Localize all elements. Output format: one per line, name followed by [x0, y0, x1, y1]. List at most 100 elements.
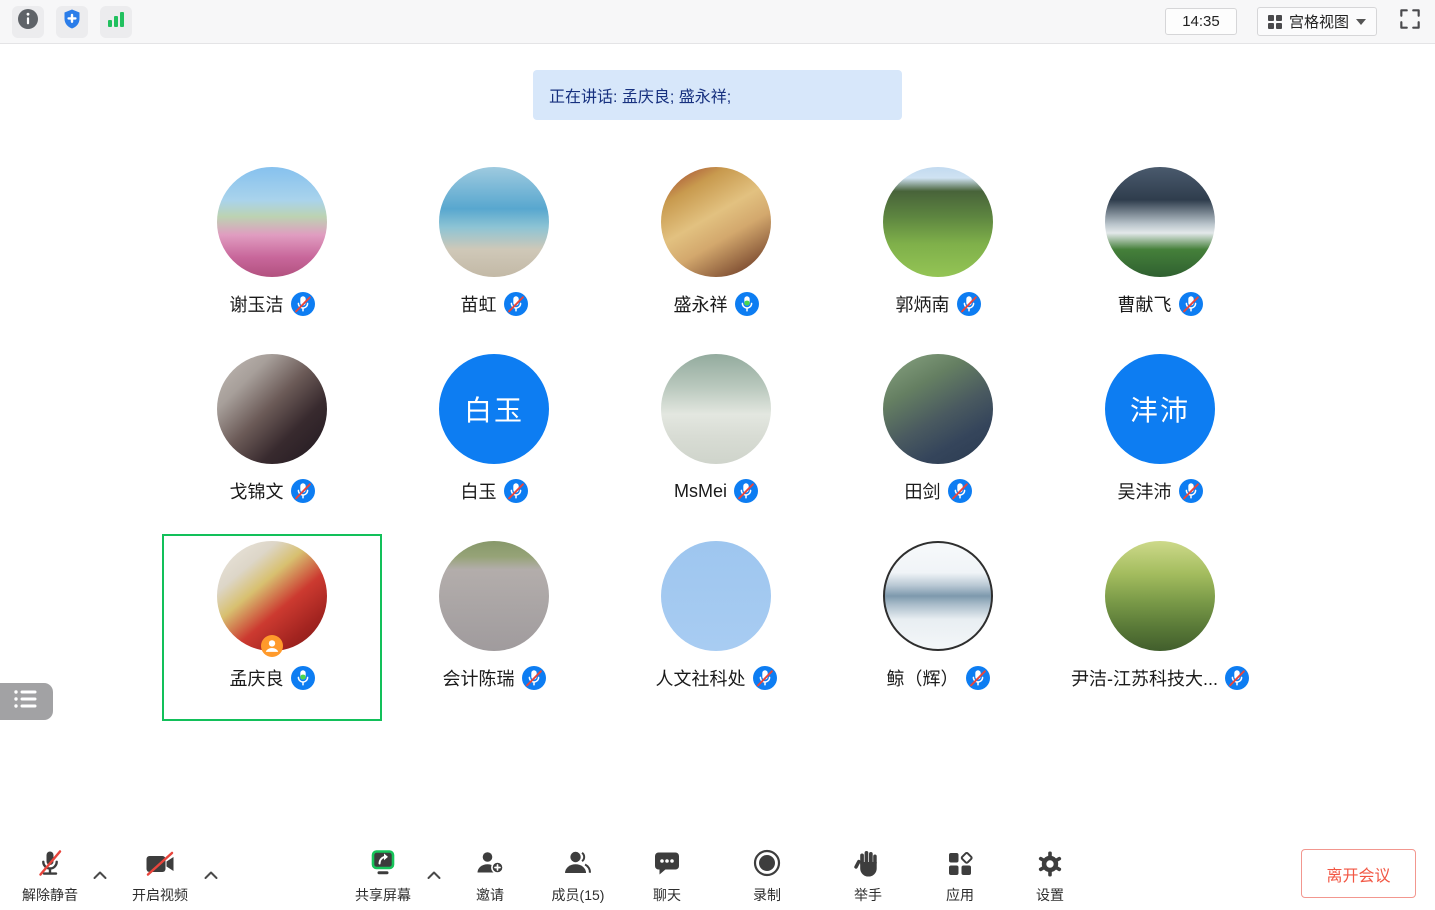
participant-name: 谢玉洁: [230, 291, 284, 317]
participant-tile[interactable]: 苗虹: [384, 160, 604, 347]
participant-name: 田剑: [905, 478, 941, 504]
participant-name: 人文社科处: [656, 665, 746, 691]
participant-tile[interactable]: 田剑: [828, 347, 1048, 534]
raise-hand-icon: [850, 844, 886, 882]
host-badge-icon: [261, 635, 283, 657]
participant-tile[interactable]: 郭炳南: [828, 160, 1048, 347]
apps-grid-icon: [942, 844, 978, 882]
participant-name: 鲸（辉）: [887, 665, 959, 691]
share-screen-icon: [365, 844, 401, 882]
chevron-down-icon: [1356, 19, 1366, 25]
mic-status-icon: [504, 292, 528, 316]
participant-avatar: [883, 354, 993, 464]
participant-tile[interactable]: 尹洁-江苏科技大...: [1050, 534, 1270, 721]
participant-avatar: [883, 541, 993, 651]
invite-person-icon: [472, 844, 508, 882]
mic-status-icon: [1225, 666, 1249, 690]
record-icon: [749, 844, 785, 882]
participant-avatar: [661, 167, 771, 277]
participant-name: 戈锦文: [230, 478, 284, 504]
participant-tile[interactable]: 鲸（辉）: [828, 534, 1048, 721]
participant-tile[interactable]: 沣沛 吴沣沛: [1050, 347, 1270, 534]
info-icon: [17, 8, 39, 35]
participant-avatar: [217, 354, 327, 464]
meeting-timer: 14:35: [1165, 8, 1237, 35]
camera-off-icon: [142, 844, 178, 882]
participant-name: MsMei: [674, 481, 727, 502]
participant-tile[interactable]: 谢玉洁: [162, 160, 382, 347]
bottom-toolbar: 解除静音 开启视频 共享屏幕 邀请 成员(15) 聊天: [0, 835, 1435, 910]
settings-button[interactable]: 设置: [1032, 844, 1068, 905]
mic-muted-icon: [32, 844, 68, 882]
participant-tile[interactable]: 孟庆良: [162, 534, 382, 721]
participant-name: 郭炳南: [896, 291, 950, 317]
video-options-chevron[interactable]: [204, 867, 219, 885]
participant-tile[interactable]: 人文社科处: [606, 534, 826, 721]
participant-grid: 谢玉洁 苗虹: [162, 160, 1270, 721]
share-options-chevron[interactable]: [427, 867, 442, 885]
participant-name: 会计陈瑞: [443, 665, 515, 691]
mic-status-icon: [1179, 292, 1203, 316]
member-list-panel-handle[interactable]: [0, 683, 53, 720]
share-screen-button[interactable]: 共享屏幕: [355, 844, 411, 905]
view-mode-selector[interactable]: 宫格视图: [1257, 7, 1377, 36]
mic-status-icon: [735, 292, 759, 316]
participant-avatar: 白玉: [439, 354, 549, 464]
mic-status-icon: [948, 479, 972, 503]
now-speaking-banner: 正在讲话: 孟庆良; 盛永祥;: [533, 70, 902, 120]
invite-button[interactable]: 邀请: [472, 844, 508, 905]
start-video-button[interactable]: 开启视频: [132, 844, 188, 905]
mic-status-icon: [291, 479, 315, 503]
participant-name: 孟庆良: [230, 665, 284, 691]
participant-tile[interactable]: MsMei: [606, 347, 826, 534]
participant-avatar: [217, 167, 327, 277]
signal-bars-icon: [105, 8, 127, 35]
shield-plus-icon: [61, 8, 83, 35]
list-icon: [13, 688, 40, 715]
mic-status-icon: [957, 292, 981, 316]
meeting-info-button[interactable]: [12, 6, 44, 38]
participant-tile[interactable]: 戈锦文: [162, 347, 382, 534]
participant-name: 尹洁-江苏科技大...: [1071, 665, 1218, 691]
participant-name: 白玉: [461, 478, 497, 504]
fullscreen-button[interactable]: [1397, 6, 1423, 37]
participant-avatar: [439, 541, 549, 651]
members-icon: [560, 844, 596, 882]
grid-view-icon: [1268, 15, 1282, 29]
participant-avatar: [439, 167, 549, 277]
network-quality-button[interactable]: [100, 6, 132, 38]
participant-name: 盛永祥: [674, 291, 728, 317]
participant-avatar: [1105, 167, 1215, 277]
participant-avatar: [661, 354, 771, 464]
participant-tile[interactable]: 曹献飞: [1050, 160, 1270, 347]
gear-icon: [1032, 844, 1068, 882]
raise-hand-button[interactable]: 举手: [850, 844, 886, 905]
unmute-button[interactable]: 解除静音: [22, 844, 78, 905]
participant-tile[interactable]: 白玉 白玉: [384, 347, 604, 534]
participant-avatar: [883, 167, 993, 277]
mic-status-icon: [291, 292, 315, 316]
leave-meeting-button[interactable]: 离开会议: [1301, 849, 1416, 898]
mic-options-chevron[interactable]: [93, 867, 108, 885]
apps-button[interactable]: 应用: [942, 844, 978, 905]
participant-name: 曹献飞: [1118, 291, 1172, 317]
top-bar: 14:35 宫格视图: [0, 0, 1435, 44]
participant-avatar: [661, 541, 771, 651]
mic-status-icon: [504, 479, 528, 503]
participant-avatar: [1105, 541, 1215, 651]
mic-status-icon: [1179, 479, 1203, 503]
participant-tile[interactable]: 会计陈瑞: [384, 534, 604, 721]
chat-bubble-icon: [649, 844, 685, 882]
mic-status-icon: [966, 666, 990, 690]
mic-status-icon: [753, 666, 777, 690]
participant-name: 吴沣沛: [1118, 478, 1172, 504]
security-button[interactable]: [56, 6, 88, 38]
members-button[interactable]: 成员(15): [552, 844, 605, 905]
participant-tile[interactable]: 盛永祥: [606, 160, 826, 347]
record-button[interactable]: 录制: [749, 844, 785, 905]
mic-status-icon: [734, 479, 758, 503]
participant-name: 苗虹: [461, 291, 497, 317]
fullscreen-icon: [1397, 6, 1423, 37]
mic-status-icon: [522, 666, 546, 690]
chat-button[interactable]: 聊天: [649, 844, 685, 905]
